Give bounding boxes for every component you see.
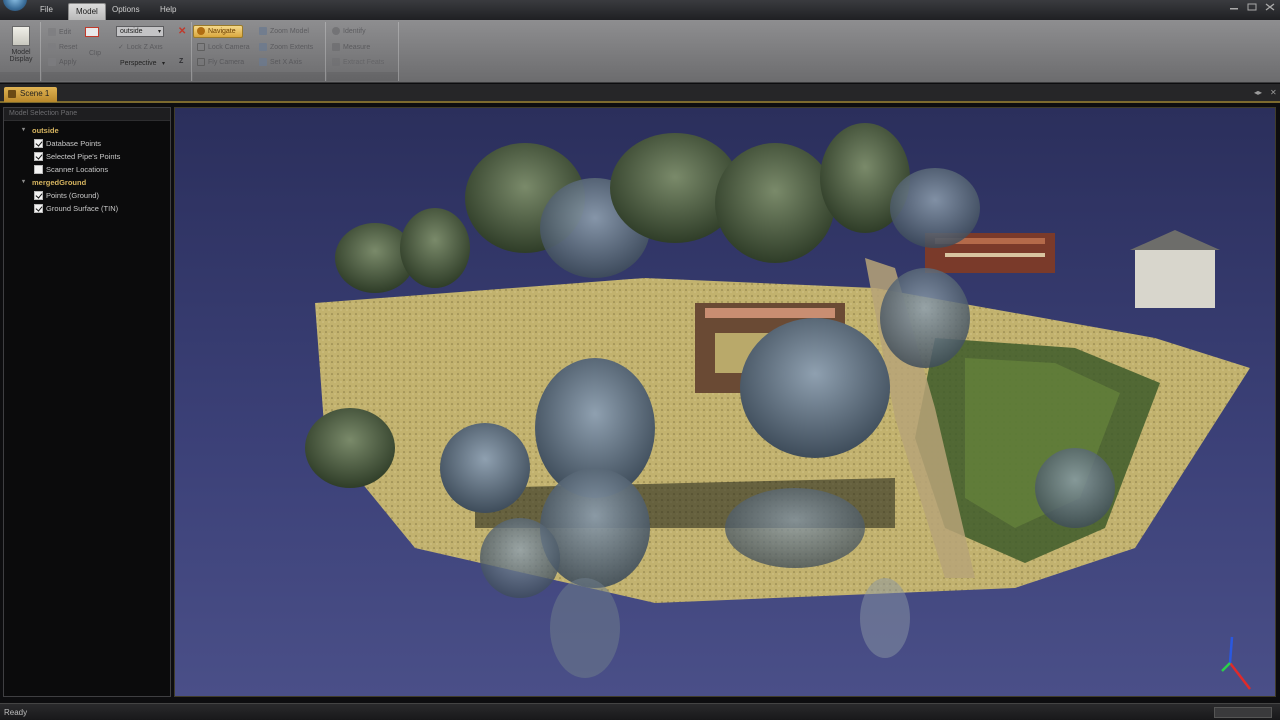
z-axis-button[interactable]: Z (179, 58, 183, 65)
checkbox[interactable] (34, 138, 43, 148)
group-caption (193, 72, 325, 81)
apply-icon (48, 58, 56, 66)
menu-file[interactable]: File (40, 5, 53, 14)
fly-camera-icon (197, 58, 205, 66)
scene-icon (8, 90, 16, 98)
navigate-label: Navigate (197, 27, 236, 35)
identify-icon (332, 27, 340, 35)
tree-item-scanner-locations[interactable]: Scanner Locations (34, 163, 108, 175)
edit-button[interactable]: Edit (48, 28, 71, 36)
ribbon-group-display: Model Display (0, 22, 41, 81)
measure-button[interactable]: Measure (332, 43, 370, 51)
extract-feats-icon (332, 58, 340, 66)
extract-feats-button[interactable]: Extract Feats (332, 58, 384, 66)
document-tab-bar: Scene 1 (0, 84, 1280, 103)
clip-set-select[interactable]: outside ▾ (116, 26, 164, 37)
building-white (1135, 248, 1215, 308)
close-window-icon[interactable] (1262, 2, 1278, 12)
lock-camera-icon (197, 43, 205, 51)
fly-camera-button[interactable]: Fly Camera (197, 58, 244, 66)
group-caption (0, 72, 40, 81)
group-caption (327, 72, 398, 81)
model-selection-pane: Model Selection Pane ▾ outside Database … (3, 107, 171, 697)
set-x-axis-icon (259, 58, 267, 66)
group-caption (42, 72, 191, 81)
zoom-extents-icon (259, 43, 267, 51)
clip-button[interactable]: Clip (89, 50, 101, 57)
navigate-icon (197, 27, 205, 35)
ribbon-group-navigation: Navigate Lock Camera Fly Camera Zoom Mod… (193, 22, 326, 81)
check-icon: ✓ (118, 44, 124, 51)
model-display-button[interactable]: Model Display (4, 26, 38, 71)
ribbon: Model Display Edit Reset Apply Clip outs… (0, 20, 1280, 83)
collapse-icon[interactable]: ▾ (22, 179, 29, 186)
tree-item-points-ground[interactable]: Points (Ground) (34, 189, 99, 201)
tab-scene-1[interactable]: Scene 1 (4, 87, 58, 102)
measure-icon (332, 43, 340, 51)
minimize-icon[interactable] (1226, 2, 1242, 12)
close-tab-icon[interactable]: ✕ (1270, 88, 1277, 97)
axis-triad (1221, 636, 1251, 690)
identify-button[interactable]: Identify (332, 27, 366, 35)
document-icon (12, 26, 30, 46)
zoom-model-icon (259, 27, 267, 35)
checkbox[interactable] (34, 203, 43, 213)
lock-z-axis-checkbox[interactable]: ✓ Lock Z Axis (118, 43, 163, 52)
tree-group-mergedground[interactable]: ▾ mergedGround (22, 176, 86, 188)
reset-icon (48, 43, 56, 51)
application-menu-icon[interactable] (3, 0, 27, 11)
set-x-axis-button[interactable]: Set X Axis (259, 58, 302, 66)
ribbon-group-clipping: Edit Reset Apply Clip outside ▾ ✕ ✓ Lock … (42, 22, 192, 81)
menu-options[interactable]: Options (112, 5, 140, 14)
pane-title: Model Selection Pane (4, 108, 170, 121)
tree-item-database-points[interactable]: Database Points (34, 137, 101, 149)
title-bar: File Model Options Help (0, 0, 1280, 20)
zoom-model-button[interactable]: Zoom Model (259, 27, 309, 35)
collapse-icon[interactable]: ▾ (22, 127, 29, 134)
zoom-slider[interactable] (1214, 707, 1272, 718)
apply-button[interactable]: Apply (48, 58, 77, 66)
status-bar: Ready (0, 703, 1280, 720)
tree-item-ground-surface-tin[interactable]: Ground Surface (TIN) (34, 202, 118, 214)
menu-help[interactable]: Help (160, 5, 176, 14)
reset-button[interactable]: Reset (48, 43, 77, 51)
tree-group-outside[interactable]: ▾ outside (22, 124, 59, 136)
status-text: Ready (4, 708, 28, 717)
scroll-tabs-icon[interactable]: ◂▸ (1254, 88, 1262, 97)
3d-viewport[interactable] (174, 107, 1276, 697)
ribbon-group-tools: Identify Measure Extract Feats (327, 22, 399, 81)
checkbox[interactable] (34, 190, 43, 200)
point-cloud-scene (305, 123, 1251, 690)
maximize-icon[interactable] (1244, 2, 1260, 12)
edit-icon (48, 28, 56, 36)
projection-select[interactable]: Perspective ▾ (116, 58, 168, 69)
tree-item-selected-pipes-points[interactable]: Selected Pipe's Points (34, 150, 120, 162)
zoom-extents-button[interactable]: Zoom Extents (259, 43, 313, 51)
checkbox[interactable] (34, 164, 43, 174)
lock-camera-button[interactable]: Lock Camera (197, 43, 250, 51)
clear-clip-icon[interactable]: ✕ (178, 26, 186, 37)
checkbox[interactable] (34, 151, 43, 161)
clip-box-icon[interactable] (85, 27, 99, 37)
menu-model[interactable]: Model (68, 3, 106, 20)
